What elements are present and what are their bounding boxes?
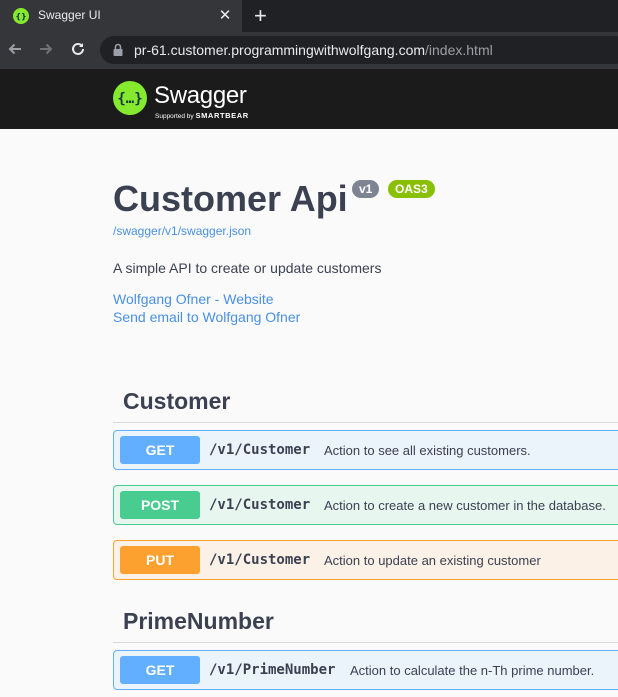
section-divider <box>113 422 618 423</box>
method-badge: PUT <box>120 546 200 574</box>
swagger-logo-icon[interactable]: {…} <box>113 81 147 115</box>
operation-post-customer[interactable]: POST /v1/Customer Action to create a new… <box>113 485 618 525</box>
operation-summary: Action to see all existing customers. <box>324 443 531 458</box>
oas-badge: OAS3 <box>388 180 435 198</box>
api-description: A simple API to create or update custome… <box>113 260 382 276</box>
operation-path: /v1/Customer <box>209 442 311 458</box>
reload-icon[interactable] <box>68 40 88 60</box>
swagger-topbar: {…} Swagger Supported by SMARTBEAR <box>0 69 618 129</box>
browser-tab-strip: {} Swagger UI ✕ + <box>0 0 618 32</box>
operation-path: /v1/PrimeNumber <box>209 662 336 678</box>
operation-get-customer[interactable]: GET /v1/Customer Action to see all exist… <box>113 430 618 470</box>
tab-close-icon[interactable]: ✕ <box>217 6 233 24</box>
spec-url-link[interactable]: /swagger/v1/swagger.json <box>113 224 251 238</box>
browser-toolbar: pr-61.customer.programmingwithwolfgang.c… <box>0 32 618 69</box>
version-badge: v1 <box>352 180 380 198</box>
method-badge: GET <box>120 656 200 684</box>
method-badge: GET <box>120 436 200 464</box>
url-host: pr-61.customer.programmingwithwolfgang.c… <box>134 42 426 58</box>
method-badge: POST <box>120 491 200 519</box>
lock-icon <box>112 43 124 57</box>
operation-put-customer[interactable]: PUT /v1/Customer Action to update an exi… <box>113 540 618 580</box>
logo-sub-brand: SMARTBEAR <box>195 111 249 120</box>
section-title-customer[interactable]: Customer <box>123 388 230 415</box>
tab-title: Swagger UI <box>38 8 101 22</box>
section-divider <box>113 642 618 643</box>
svg-text:{}: {} <box>16 12 26 21</box>
logo-subtitle: Supported by SMARTBEAR <box>155 111 249 120</box>
email-link[interactable]: Send email to Wolfgang Ofner <box>113 309 300 325</box>
website-link[interactable]: Wolfgang Ofner - Website <box>113 291 274 307</box>
operation-summary: Action to update an existing customer <box>324 553 541 568</box>
swagger-favicon-icon: {} <box>13 8 29 24</box>
logo-sub-prefix: Supported by <box>155 113 194 120</box>
back-arrow-icon[interactable] <box>5 40 25 60</box>
address-bar[interactable]: pr-61.customer.programmingwithwolfgang.c… <box>100 36 618 64</box>
operation-summary: Action to calculate the n-Th prime numbe… <box>350 663 595 678</box>
section-title-primenumber[interactable]: PrimeNumber <box>123 608 274 635</box>
logo-text: Swagger <box>154 82 247 109</box>
operation-path: /v1/Customer <box>209 497 311 513</box>
new-tab-button[interactable]: + <box>254 3 267 29</box>
browser-tab[interactable]: {} Swagger UI ✕ <box>0 0 242 32</box>
url-path: /index.html <box>425 42 493 58</box>
forward-arrow-icon[interactable] <box>36 40 56 60</box>
operation-path: /v1/Customer <box>209 552 311 568</box>
operation-summary: Action to create a new customer in the d… <box>324 498 606 513</box>
url-text: pr-61.customer.programmingwithwolfgang.c… <box>134 42 493 58</box>
api-title: Customer Api <box>113 178 348 219</box>
svg-text:{…}: {…} <box>117 91 142 107</box>
operation-get-primenumber[interactable]: GET /v1/PrimeNumber Action to calculate … <box>113 650 618 690</box>
